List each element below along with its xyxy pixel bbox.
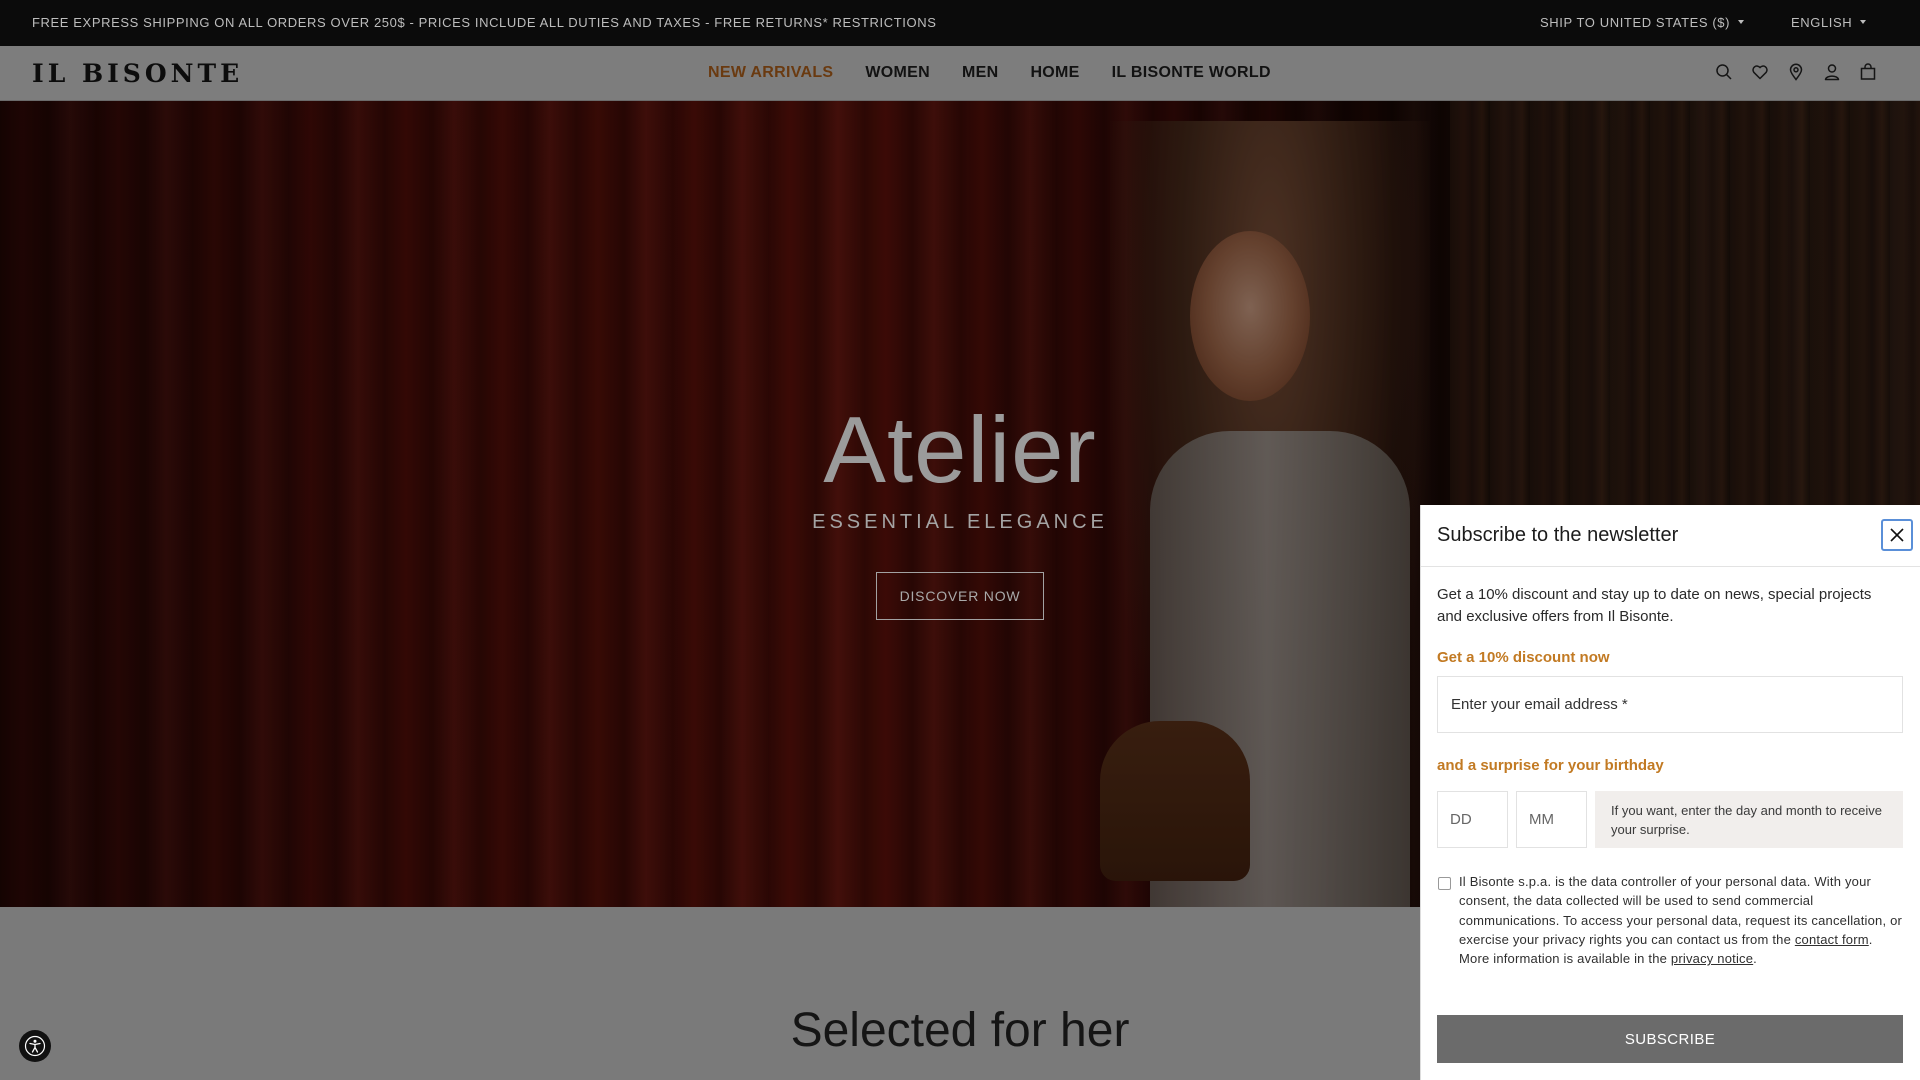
- hero-title: Atelier: [823, 397, 1097, 502]
- nav-men[interactable]: MEN: [962, 64, 998, 82]
- close-button[interactable]: [1881, 519, 1913, 551]
- discover-now-button[interactable]: DISCOVER NOW: [876, 572, 1044, 620]
- promo-text[interactable]: FREE EXPRESS SHIPPING ON ALL ORDERS OVER…: [32, 15, 936, 30]
- location-pin-icon[interactable]: [1786, 62, 1806, 82]
- email-input[interactable]: Enter your email address *: [1437, 676, 1903, 733]
- consent-text-part3: .: [1753, 951, 1757, 967]
- privacy-notice-link[interactable]: privacy notice: [1671, 951, 1753, 966]
- newsletter-title: Subscribe to the newsletter: [1437, 524, 1679, 546]
- modal-divider: [1421, 566, 1920, 567]
- close-icon: [1890, 528, 1904, 542]
- heart-icon[interactable]: [1750, 62, 1770, 82]
- main-nav: NEW ARRIVALS WOMEN MEN HOME IL BISONTE W…: [708, 64, 1271, 82]
- site-header: IL BISONTE NEW ARRIVALS WOMEN MEN HOME I…: [0, 46, 1920, 101]
- promo-bar: FREE EXPRESS SHIPPING ON ALL ORDERS OVER…: [0, 0, 1920, 46]
- newsletter-intro: Get a 10% discount and stay up to date o…: [1437, 586, 1872, 625]
- accessibility-icon: [24, 1035, 46, 1057]
- ship-to-label: SHIP TO UNITED STATES ($): [1540, 15, 1731, 30]
- site-logo[interactable]: IL BISONTE: [32, 59, 243, 88]
- accessibility-button[interactable]: [19, 1030, 51, 1062]
- consent-checkbox[interactable]: [1438, 877, 1451, 890]
- contact-form-link[interactable]: contact form: [1795, 932, 1869, 947]
- birthday-month-input[interactable]: MM: [1516, 791, 1587, 848]
- day-placeholder: DD: [1450, 811, 1472, 828]
- ship-to-selector[interactable]: SHIP TO UNITED STATES ($): [1540, 15, 1745, 30]
- email-placeholder: Enter your email address *: [1451, 696, 1628, 713]
- nav-home[interactable]: HOME: [1030, 64, 1079, 82]
- birthday-label: and a surprise for your birthday: [1437, 757, 1664, 774]
- discount-label: Get a 10% discount now: [1437, 649, 1610, 666]
- month-placeholder: MM: [1529, 811, 1554, 828]
- birthday-day-input[interactable]: DD: [1437, 791, 1508, 848]
- newsletter-modal: Subscribe to the newsletter Get a 10% di…: [1420, 505, 1920, 1080]
- consent-text: Il Bisonte s.p.a. is the data controller…: [1459, 872, 1905, 968]
- header-icons: [1714, 62, 1878, 82]
- language-selector[interactable]: ENGLISH: [1791, 15, 1867, 30]
- user-icon[interactable]: [1822, 62, 1842, 82]
- nav-women[interactable]: WOMEN: [865, 64, 930, 82]
- caret-down-icon: [1738, 20, 1745, 24]
- nav-il-bisonte-world[interactable]: IL BISONTE WORLD: [1112, 64, 1271, 82]
- language-label: ENGLISH: [1791, 15, 1853, 30]
- bag-icon[interactable]: [1858, 62, 1878, 82]
- nav-new-arrivals[interactable]: NEW ARRIVALS: [708, 64, 833, 82]
- caret-down-icon: [1860, 20, 1867, 24]
- subscribe-button[interactable]: SUBSCRIBE: [1437, 1015, 1903, 1063]
- birthday-hint: If you want, enter the day and month to …: [1595, 791, 1903, 848]
- search-icon[interactable]: [1714, 62, 1734, 82]
